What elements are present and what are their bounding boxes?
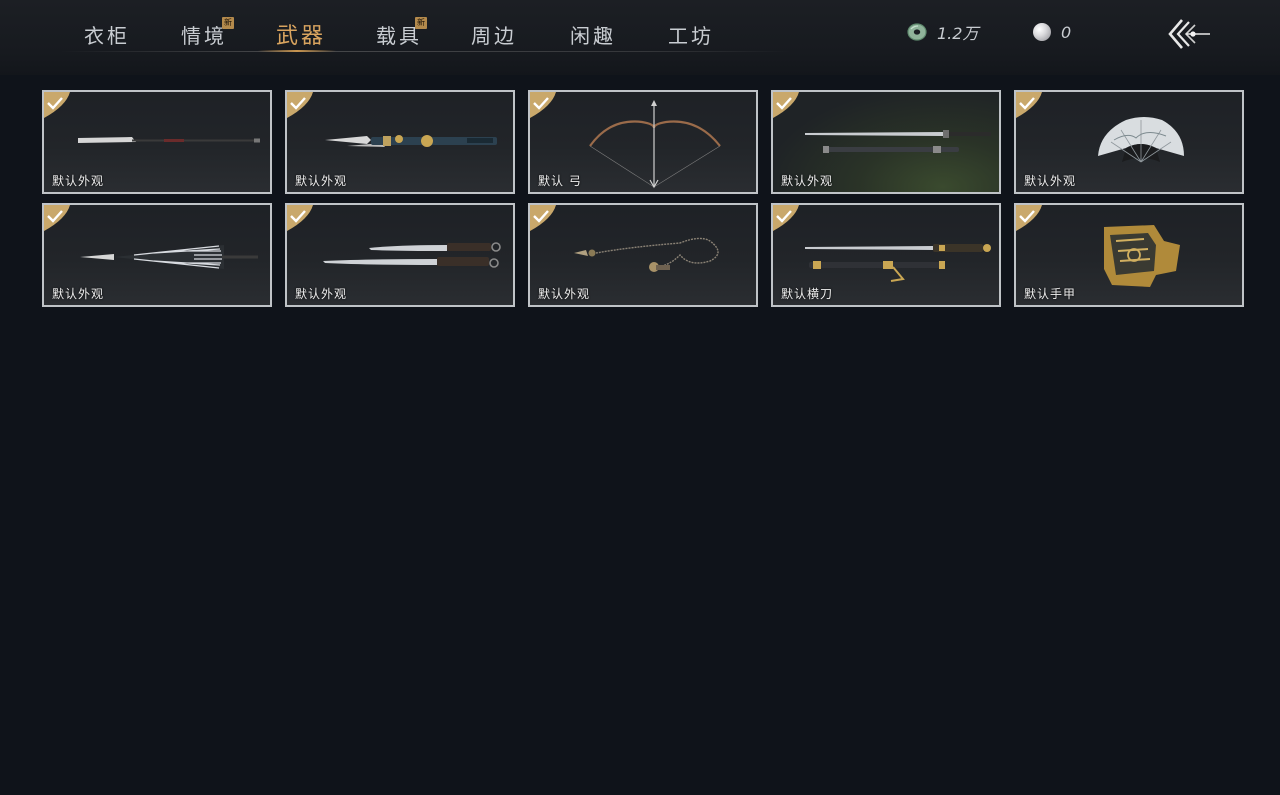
weapon-card[interactable]: 默认外观 xyxy=(528,203,758,307)
jade-coin-icon xyxy=(907,23,927,41)
weapon-card[interactable]: 默认外观 xyxy=(285,203,515,307)
pearl-amount: 0 xyxy=(1061,22,1072,42)
weapon-card[interactable]: 默认 弓 xyxy=(528,90,758,194)
tab-scenes[interactable]: 情境新 xyxy=(181,17,234,52)
weapon-card[interactable]: 默认外观 xyxy=(1014,90,1244,194)
pearl-currency[interactable]: 0 xyxy=(1033,20,1071,44)
tab-wardrobe[interactable]: 衣柜 xyxy=(84,20,130,52)
pearl-icon xyxy=(1033,23,1051,41)
back-arrow-icon[interactable] xyxy=(1162,16,1212,52)
item-name: 默认外观 xyxy=(52,287,105,301)
new-badge: 新 xyxy=(222,17,234,29)
owned-check-icon xyxy=(1016,205,1042,231)
item-name: 默认外观 xyxy=(295,174,348,188)
owned-check-icon xyxy=(44,205,70,231)
top-bar: 衣柜 情境新 武器 载具新 周边 闲趣 工坊 1.2万 0 xyxy=(0,0,1280,75)
owned-check-icon xyxy=(530,205,556,231)
tab-leisure[interactable]: 闲趣 xyxy=(570,20,616,52)
owned-check-icon xyxy=(530,92,556,118)
item-name: 默认外观 xyxy=(1024,174,1077,188)
tab-peripherals[interactable]: 周边 xyxy=(471,20,517,52)
weapon-card[interactable]: 默认外观 xyxy=(42,203,272,307)
owned-check-icon xyxy=(773,92,799,118)
item-name: 默认横刀 xyxy=(781,287,834,301)
category-tabs: 衣柜 情境新 武器 载具新 周边 闲趣 工坊 xyxy=(0,0,790,75)
item-name: 默认外观 xyxy=(52,174,105,188)
active-tab-indicator xyxy=(258,50,336,52)
weapon-card[interactable]: 默认外观 xyxy=(42,90,272,194)
jade-amount: 1.2万 xyxy=(937,24,979,43)
tab-mounts[interactable]: 载具新 xyxy=(376,17,427,52)
item-name: 默认 弓 xyxy=(538,174,582,188)
item-name: 默认外观 xyxy=(538,287,591,301)
weapon-card[interactable]: 默认横刀 xyxy=(771,203,1001,307)
new-badge: 新 xyxy=(415,17,427,29)
tab-workshop[interactable]: 工坊 xyxy=(668,20,714,52)
owned-check-icon xyxy=(287,92,313,118)
tab-weapons[interactable]: 武器 xyxy=(276,18,326,50)
weapon-card[interactable]: 默认外观 xyxy=(285,90,515,194)
owned-check-icon xyxy=(287,205,313,231)
item-name: 默认手甲 xyxy=(1024,287,1077,301)
owned-check-icon xyxy=(773,205,799,231)
item-name: 默认外观 xyxy=(295,287,348,301)
weapon-card[interactable]: 默认手甲 xyxy=(1014,203,1244,307)
owned-check-icon xyxy=(1016,92,1042,118)
weapon-card[interactable]: 默认外观 xyxy=(771,90,1001,194)
jade-currency[interactable]: 1.2万 xyxy=(907,20,978,44)
owned-check-icon xyxy=(44,92,70,118)
item-name: 默认外观 xyxy=(781,174,834,188)
